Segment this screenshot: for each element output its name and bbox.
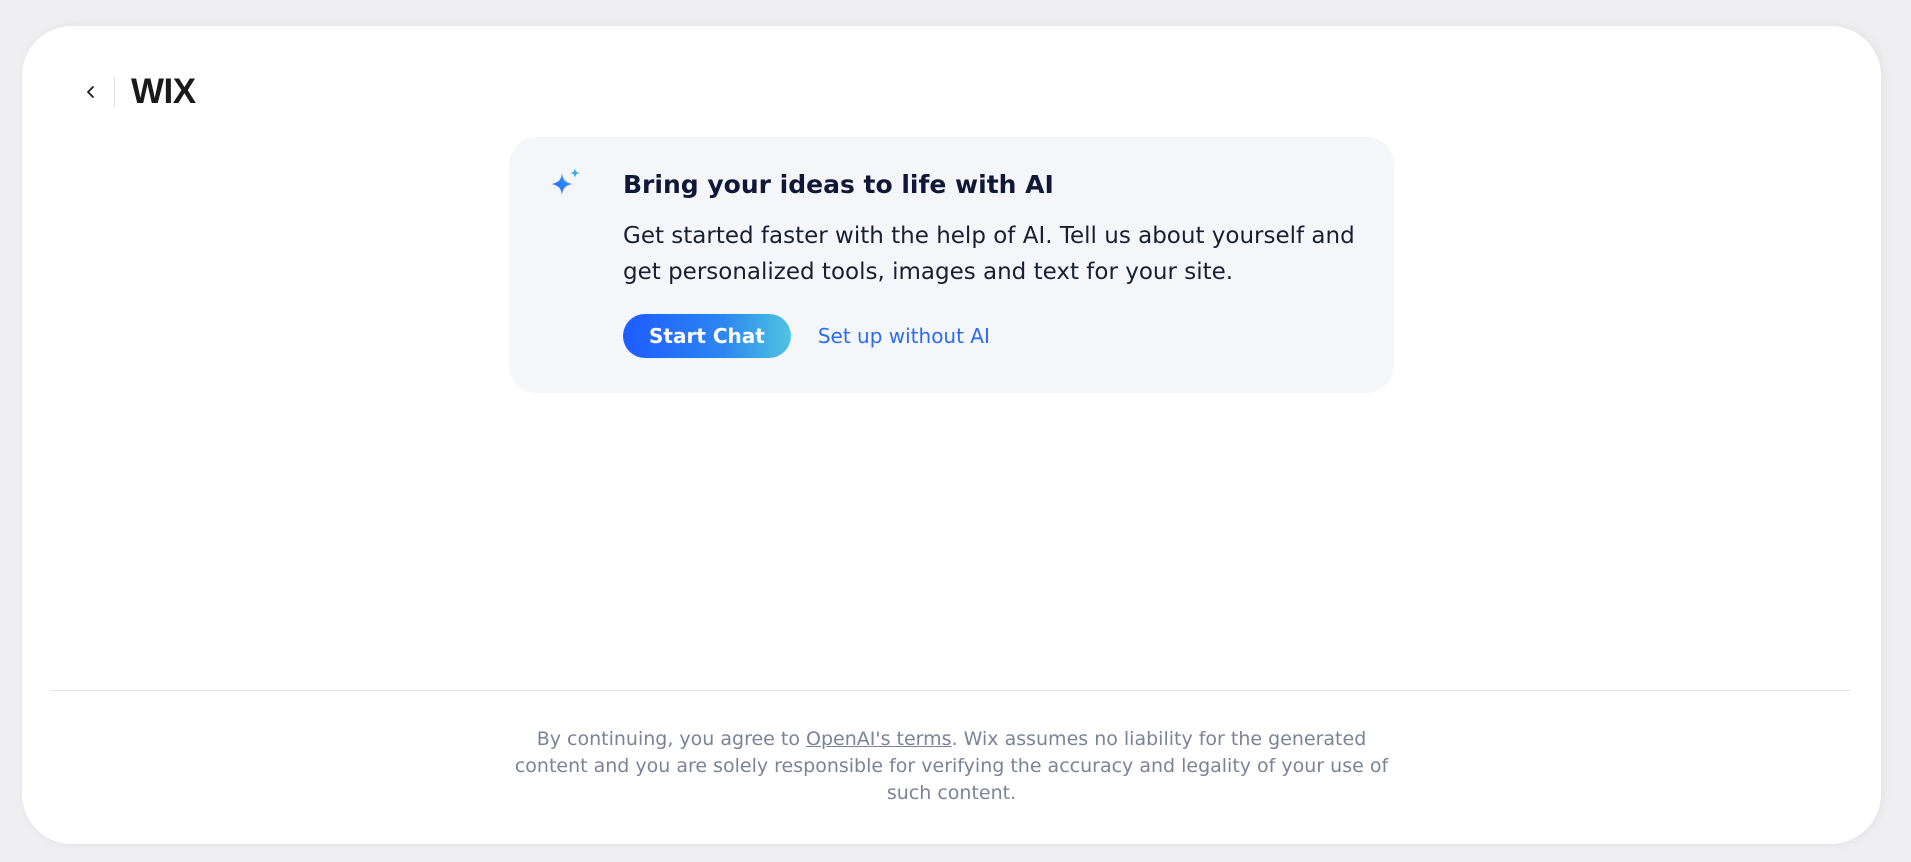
card-description: Get started faster with the help of AI. … xyxy=(623,223,1355,285)
wix-logo: WIX xyxy=(131,72,196,111)
disclaimer-prefix: By continuing, you agree to xyxy=(536,728,807,750)
header-divider xyxy=(114,77,115,107)
main-panel: WIX Bring your ideas to life with AI Get… xyxy=(22,26,1881,844)
card-title: Bring your ideas to life with AI xyxy=(623,170,1054,199)
start-chat-button[interactable]: Start Chat xyxy=(623,314,791,358)
setup-without-ai-link[interactable]: Set up without AI xyxy=(818,324,990,348)
top-bar: WIX xyxy=(76,72,196,112)
back-button[interactable] xyxy=(76,77,106,107)
footer-divider xyxy=(50,690,1851,691)
card-actions: Start Chat Set up without AI xyxy=(623,314,990,358)
disclaimer-text: By continuing, you agree to OpenAI's ter… xyxy=(504,726,1399,807)
chevron-left-icon xyxy=(87,86,94,98)
openai-terms-link[interactable]: OpenAI's terms xyxy=(806,728,952,750)
sparkle-icon xyxy=(552,168,580,195)
ai-card: Bring your ideas to life with AI Get sta… xyxy=(509,137,1394,393)
